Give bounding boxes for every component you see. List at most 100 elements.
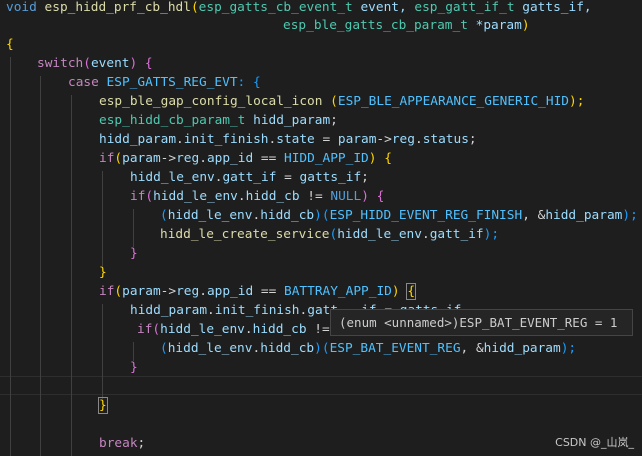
code-token: .	[176, 132, 184, 147]
code-token: ->	[160, 284, 177, 299]
code-token: (	[160, 341, 168, 356]
code-token: event	[90, 56, 130, 71]
code-token: event,	[352, 0, 415, 15]
code-line-1: void esp_hidd_prf_cb_hdl(esp_gatts_cb_ev…	[6, 0, 592, 17]
code-token: if	[99, 284, 115, 299]
code-line-2: esp_ble_gatts_cb_param_t *param)	[283, 16, 530, 35]
code-token: (	[83, 56, 91, 71]
code-token: esp_gatts_cb_event_t	[198, 0, 353, 15]
code-token: hidd_param	[99, 132, 177, 147]
code-line-5: case ESP_GATTS_REG_EVT: {	[68, 73, 261, 92]
indent-guide	[133, 209, 134, 247]
code-token: hidd_param	[253, 113, 331, 128]
code-token: gatts_if	[299, 170, 362, 185]
code-token: {	[376, 189, 385, 204]
code-token: esp_gatt_if_t	[414, 0, 515, 15]
code-token: ==	[253, 284, 284, 299]
code-token: esp_ble_gatts_cb_param_t	[283, 18, 468, 33]
code-token: (	[145, 189, 154, 204]
code-token: init_finish	[214, 303, 300, 318]
code-token: hidd_le_create_service	[160, 227, 330, 242]
code-token: case	[68, 75, 99, 90]
code-token: ==	[253, 151, 284, 166]
code-line-20: }	[130, 358, 138, 377]
code-token: esp_hidd_cb_param_t	[99, 113, 246, 128]
code-line-18: if(hidd_le_env.hidd_cb !=	[137, 320, 330, 339]
code-token: ESP_BLE_APPEARANCE_GENERIC_HID	[337, 94, 569, 109]
code-token: hidd_le_env	[167, 341, 253, 356]
code-token: )	[314, 208, 322, 223]
code-line-15: }	[99, 263, 107, 282]
code-token: param	[122, 151, 161, 166]
code-token: (	[160, 208, 168, 223]
code-line-16: if(param->reg.app_id == BATTRAY_APP_ID) …	[99, 282, 416, 301]
code-token: break	[99, 436, 138, 451]
code-token: }	[99, 265, 107, 280]
code-token: hidd_param	[483, 341, 561, 356]
code-line-7: esp_hidd_cb_param_t hidd_param;	[99, 111, 338, 130]
code-token: param	[122, 284, 161, 299]
code-token: , &	[522, 208, 546, 223]
code-editor[interactable]: void esp_hidd_prf_cb_hdl(esp_gatts_cb_ev…	[0, 0, 642, 456]
code-token: gatts_if,	[514, 0, 592, 15]
code-token: }	[130, 360, 138, 375]
code-token: hidd_cb	[252, 322, 307, 337]
code-token: (	[321, 341, 330, 356]
code-token: )	[361, 189, 369, 204]
code-token: );	[622, 208, 638, 223]
code-line-14: }	[130, 244, 138, 263]
code-line-24: break;	[99, 434, 145, 453]
code-token: reg	[176, 284, 200, 299]
code-token: hidd_le_env	[130, 170, 215, 185]
code-token: reg	[176, 151, 200, 166]
code-token: hidd_le_env	[337, 227, 422, 242]
code-token: ;	[330, 113, 338, 128]
code-token: ESP_GATTS_REG_EVT	[106, 75, 238, 90]
code-token: (	[322, 94, 338, 109]
code-token: )	[314, 341, 322, 356]
code-token: =	[314, 132, 338, 147]
code-token: ESP_BAT_EVENT_REG	[329, 341, 461, 356]
code-token: hidd_cb	[260, 208, 315, 223]
code-token: esp_hidd_prf_cb_hdl	[44, 0, 191, 15]
code-line-10: hidd_le_env.gatt_if = gatts_if;	[130, 168, 369, 187]
code-token: .	[237, 189, 246, 204]
code-token: ;	[468, 132, 477, 147]
code-token: );	[569, 94, 585, 109]
code-token: hidd_param	[130, 303, 208, 318]
code-token: .	[244, 322, 253, 337]
code-token: ;	[137, 436, 146, 451]
code-token: {	[6, 37, 14, 52]
code-token: (	[190, 0, 199, 15]
code-token: )	[391, 284, 400, 299]
code-token: hidd_le_env	[167, 208, 253, 223]
code-token: init_finish	[183, 132, 269, 147]
indent-guide	[102, 171, 103, 266]
code-token: ->	[376, 132, 392, 147]
code-token: )	[521, 18, 530, 33]
code-token: gatt_if	[222, 170, 277, 185]
watermark: CSDN @_山岚_	[555, 436, 634, 449]
indent-guide	[71, 95, 72, 456]
code-line-19: (hidd_le_env.hidd_cb)(ESP_BAT_EVENT_REG,…	[160, 339, 576, 358]
code-line-9: if(param->reg.app_id == HIDD_APP_ID) {	[99, 149, 392, 168]
code-token: param	[337, 132, 377, 147]
code-token: state	[276, 132, 315, 147]
code-token: );	[560, 341, 577, 356]
code-token: *param	[467, 18, 522, 33]
code-token: (	[321, 208, 330, 223]
code-token: !=	[299, 189, 331, 204]
code-token: .	[414, 132, 423, 147]
indent-guide	[102, 304, 103, 399]
code-line-12: (hidd_le_env.hidd_cb)(ESP_HIDD_EVENT_REG…	[160, 206, 638, 225]
code-token: (	[114, 284, 123, 299]
bracket-match-highlight: }	[98, 397, 108, 414]
code-token: ->	[160, 151, 177, 166]
code-token: {	[384, 151, 392, 166]
code-token: ;	[361, 170, 369, 185]
code-token: hidd_param	[545, 208, 623, 223]
bracket-match-highlight: {	[406, 283, 416, 300]
code-line-3: {	[6, 35, 14, 54]
code-token: esp_ble_gap_config_local_icon	[99, 94, 323, 109]
